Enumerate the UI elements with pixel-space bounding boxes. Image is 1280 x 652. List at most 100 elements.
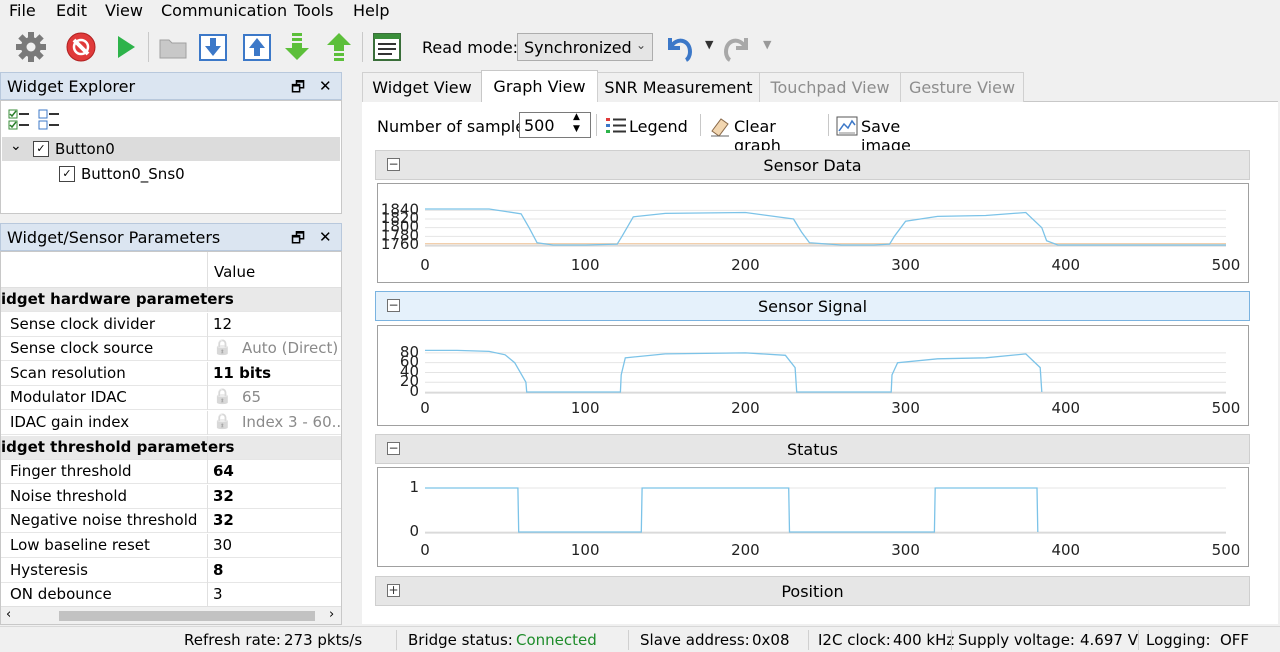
scroll-right-icon[interactable]: › bbox=[329, 607, 334, 622]
tab-snr-measurement[interactable]: SNR Measurement bbox=[597, 72, 760, 102]
tab-gesture-view: Gesture View bbox=[900, 72, 1024, 102]
spin-down-icon[interactable]: ▼ bbox=[573, 124, 580, 134]
column-divider bbox=[207, 361, 208, 386]
param-row[interactable]: Sense clock source 🔒 Auto (Direct) bbox=[1, 337, 341, 362]
series-line bbox=[425, 208, 1226, 246]
param-row[interactable]: IDAC gain index 🔒 Index 3 - 60... bbox=[1, 411, 341, 435]
x-tick-label: 500 bbox=[1212, 256, 1241, 274]
scroll-left-icon[interactable]: ‹ bbox=[6, 607, 11, 622]
menu-view[interactable]: View bbox=[105, 1, 143, 20]
arrow-down-green-icon[interactable] bbox=[280, 30, 314, 64]
i2c-clock-label: I2C clock: bbox=[818, 631, 891, 649]
upload-icon[interactable] bbox=[240, 30, 274, 64]
download-icon[interactable] bbox=[196, 30, 230, 64]
legend-label: Legend bbox=[629, 117, 688, 136]
checkbox-icon[interactable]: ✓ bbox=[33, 141, 49, 157]
supply-voltage-value: 4.697 V bbox=[1080, 631, 1138, 649]
save-image-button[interactable]: Save image bbox=[836, 113, 951, 155]
float-icon[interactable]: 🗗 bbox=[291, 77, 305, 102]
menu-help[interactable]: Help bbox=[353, 1, 389, 20]
param-row[interactable]: ON debounce 3 bbox=[1, 583, 341, 608]
sensor-signal-chart: 0 20 40 60 80 0 100 200 300 400 500 bbox=[377, 325, 1249, 426]
param-row[interactable]: Negative noise threshold 32 bbox=[1, 509, 341, 534]
param-row[interactable]: Scan resolution 11 bits bbox=[1, 361, 341, 386]
param-value: 64 bbox=[213, 462, 234, 481]
menu-bar: File Edit View Communication Tools Help bbox=[0, 0, 1280, 24]
arrow-up-green-icon[interactable] bbox=[322, 30, 356, 64]
menu-tools[interactable]: Tools bbox=[294, 1, 333, 20]
sensor-signal-chart-svg: 0204060800 100 200 300 400 500 bbox=[400, 343, 1241, 417]
check-all-icon[interactable] bbox=[8, 109, 30, 131]
tree-item-button0[interactable]: ⌄ ✓ Button0 bbox=[2, 137, 340, 161]
spin-up-icon[interactable]: ▲ bbox=[573, 112, 580, 122]
position-title: Position bbox=[781, 582, 844, 601]
y-tick-label: 1840 bbox=[381, 200, 419, 218]
param-name: Hysteresis bbox=[10, 560, 88, 579]
tab-graph-view[interactable]: Graph View bbox=[481, 70, 598, 102]
samples-spinbox[interactable]: 500 ▲ ▼ bbox=[519, 112, 591, 138]
x-tick-label: 200 bbox=[731, 541, 760, 559]
column-divider bbox=[207, 509, 208, 534]
param-row[interactable]: Finger threshold 64 bbox=[1, 460, 341, 485]
refresh-rate-label: Refresh rate: bbox=[184, 631, 281, 649]
save-image-icon bbox=[836, 116, 858, 136]
param-row[interactable]: Low baseline reset 30 bbox=[1, 534, 341, 558]
undo-icon[interactable] bbox=[662, 30, 696, 64]
column-divider bbox=[207, 411, 208, 435]
tab-widget-view[interactable]: Widget View bbox=[362, 72, 482, 102]
legend-icon bbox=[606, 118, 626, 133]
legend-button[interactable]: Legend bbox=[604, 113, 694, 139]
menu-file[interactable]: File bbox=[9, 1, 36, 20]
scrollbar-thumb[interactable] bbox=[59, 611, 315, 621]
sensor-data-title: Sensor Data bbox=[763, 156, 862, 175]
clear-graph-button[interactable]: Clear graph bbox=[709, 113, 824, 155]
status-separator bbox=[628, 630, 629, 650]
param-value: 65 bbox=[242, 388, 262, 407]
tree-item-label: Button0_Sns0 bbox=[81, 165, 185, 183]
menu-edit[interactable]: Edit bbox=[56, 1, 87, 20]
samples-label: Number of samples: bbox=[377, 117, 539, 136]
play-icon[interactable] bbox=[108, 30, 142, 64]
float-icon[interactable]: 🗗 bbox=[291, 228, 305, 253]
param-value: Auto (Direct) bbox=[242, 339, 339, 358]
column-divider bbox=[207, 484, 208, 509]
horizontal-scrollbar[interactable]: ‹ › bbox=[1, 606, 341, 624]
position-header[interactable]: + Position bbox=[375, 576, 1250, 606]
column-divider bbox=[207, 337, 208, 362]
param-row[interactable]: Modulator IDAC 🔒 65 bbox=[1, 386, 341, 411]
sensor-data-header[interactable]: − Sensor Data bbox=[375, 150, 1250, 180]
redo-icon[interactable] bbox=[720, 30, 754, 64]
lock-icon: 🔒 bbox=[213, 338, 232, 357]
x-tick-label: 500 bbox=[1212, 399, 1241, 417]
close-icon[interactable]: ✕ bbox=[319, 77, 332, 95]
series-line bbox=[425, 487, 1039, 533]
param-row[interactable]: Hysteresis 8 bbox=[1, 558, 341, 583]
sensor-data-chart-svg: 176017801800182018400 100 200 300 400 500 bbox=[381, 200, 1241, 274]
param-row[interactable]: Noise threshold 32 bbox=[1, 484, 341, 509]
checkbox-icon[interactable]: ✓ bbox=[59, 166, 75, 182]
lock-icon: 🔒 bbox=[213, 387, 232, 406]
status-bar: Refresh rate: 273 pkts/s Bridge status: … bbox=[0, 626, 1280, 652]
read-mode-label: Read mode: bbox=[422, 38, 519, 57]
chevron-down-icon: ⌄ bbox=[636, 38, 647, 52]
menu-communication[interactable]: Communication bbox=[161, 1, 287, 20]
sensor-signal-header[interactable]: − Sensor Signal bbox=[375, 291, 1250, 321]
param-row[interactable]: Sense clock divider 12 bbox=[1, 312, 341, 337]
log-list-icon[interactable] bbox=[370, 30, 404, 64]
redo-dropdown-icon[interactable]: ▼ bbox=[763, 38, 771, 51]
status-separator bbox=[1138, 630, 1139, 650]
undo-dropdown-icon[interactable]: ▼ bbox=[705, 38, 713, 51]
tree-item-button0-sns0[interactable]: ✓ Button0_Sns0 bbox=[2, 162, 340, 186]
gear-icon[interactable] bbox=[14, 30, 48, 64]
chevron-down-icon[interactable]: ⌄ bbox=[10, 138, 22, 154]
x-tick-label: 400 bbox=[1051, 256, 1080, 274]
stop-icon[interactable] bbox=[64, 30, 98, 64]
graph-toolbar-separator bbox=[828, 114, 829, 136]
status-header[interactable]: − Status bbox=[375, 434, 1250, 464]
read-mode-select[interactable]: Synchronized ⌄ bbox=[517, 33, 653, 61]
uncheck-all-icon[interactable] bbox=[38, 109, 60, 131]
tree-item-label: Button0 bbox=[55, 140, 115, 158]
close-icon[interactable]: ✕ bbox=[319, 228, 332, 246]
sensor-data-chart: 1760 1780 1800 1820 1840 0 100 200 300 400 500 bbox=[377, 183, 1249, 283]
open-folder-icon[interactable] bbox=[156, 30, 190, 64]
